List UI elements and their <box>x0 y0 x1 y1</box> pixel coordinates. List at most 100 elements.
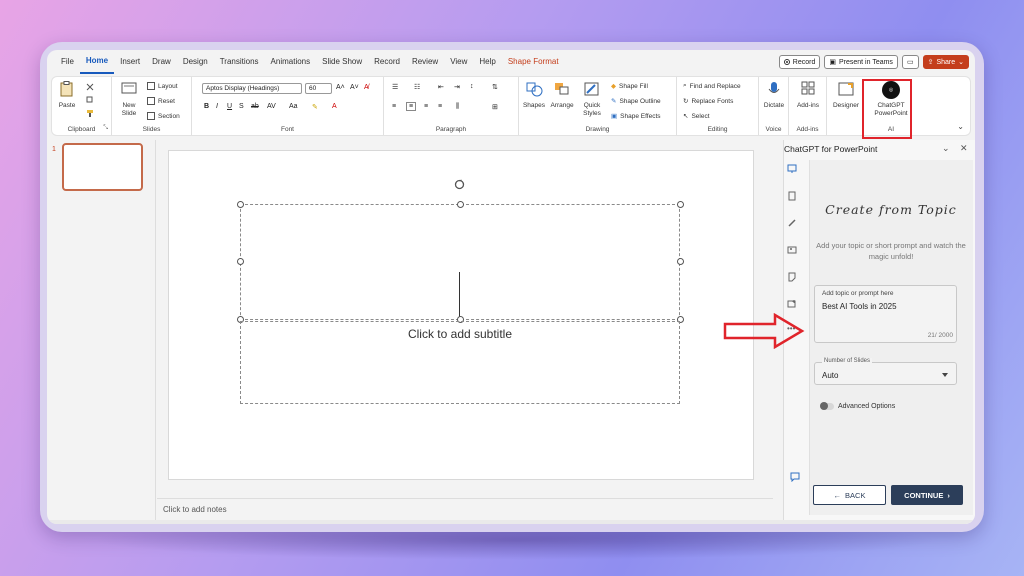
red-arrow-annotation-icon <box>723 313 805 349</box>
topic-input[interactable]: Add topic or prompt here Best AI Tools i… <box>814 285 957 343</box>
share-icon: ⇪ <box>927 59 934 66</box>
chat-icon[interactable] <box>790 472 800 482</box>
record-button[interactable]: Record <box>778 55 821 69</box>
add-image-icon[interactable] <box>787 299 797 309</box>
divider <box>155 140 156 520</box>
clipboard-label: Clipboard <box>67 126 96 133</box>
bullets-icon[interactable]: ☰ <box>392 83 398 91</box>
designer-button[interactable]: Designer <box>831 81 861 110</box>
image-icon[interactable] <box>787 245 797 255</box>
underline-icon[interactable]: U <box>227 103 232 110</box>
strikethrough-icon[interactable]: ab <box>251 103 259 110</box>
dialog-launcher-icon[interactable]: ⤡ <box>103 125 108 132</box>
cut-icon[interactable] <box>86 83 94 91</box>
align-center-icon[interactable]: ≡ <box>406 102 417 111</box>
share-button[interactable]: ⇪ Share ⌄ <box>922 55 969 69</box>
font-label: Font <box>280 126 294 133</box>
smartart-icon[interactable]: ⊞ <box>492 103 498 111</box>
character-spacing-icon[interactable]: AV <box>267 103 276 110</box>
section-button[interactable]: Section <box>147 112 180 120</box>
arrange-button[interactable]: Arrange <box>549 81 575 110</box>
bold-icon[interactable]: B <box>204 103 209 110</box>
dictate-button[interactable]: Dictate <box>762 81 786 110</box>
notes-pane[interactable]: Click to add notes <box>157 498 773 520</box>
shapes-label: Shapes <box>522 102 546 109</box>
quick-styles-button[interactable]: Quick Styles <box>577 81 607 118</box>
highlight-icon[interactable]: ✎ <box>312 103 318 111</box>
reset-button[interactable]: Reset <box>147 97 175 105</box>
change-case-icon[interactable]: Aa <box>289 103 298 110</box>
font-size-select[interactable]: 60 <box>305 83 332 94</box>
rotate-handle-icon[interactable] <box>454 179 465 190</box>
shape-fill-button[interactable]: ◆ Shape Fill <box>611 82 648 91</box>
record-icon <box>783 59 790 65</box>
collapse-ribbon-icon[interactable]: ⌄ <box>957 122 964 131</box>
tab-insert[interactable]: Insert <box>114 50 146 74</box>
slides-select-value: Auto <box>822 371 839 380</box>
clear-format-icon[interactable]: A̸ <box>364 84 369 91</box>
resize-handle[interactable] <box>457 201 464 208</box>
continue-button[interactable]: CONTINUE › <box>891 485 963 505</box>
chevron-down-icon[interactable]: ⌄ <box>942 143 950 154</box>
tab-slide-show[interactable]: Slide Show <box>316 50 368 74</box>
tab-design[interactable]: Design <box>177 50 214 74</box>
paste-button[interactable]: Paste <box>56 81 78 110</box>
decrease-indent-icon[interactable]: ⇤ <box>438 83 444 91</box>
presentation-icon[interactable] <box>787 164 797 174</box>
resize-handle[interactable] <box>677 258 684 265</box>
shape-outline-label: Shape Outline <box>619 97 661 105</box>
font-family-select[interactable]: Aptos Display (Headings) <box>202 83 302 94</box>
justify-icon[interactable]: ≡ <box>438 103 442 110</box>
note-icon[interactable] <box>787 272 797 282</box>
columns-icon[interactable]: ⫼ <box>456 103 459 111</box>
advanced-options-toggle[interactable] <box>820 402 834 410</box>
resize-handle[interactable] <box>677 201 684 208</box>
document-icon[interactable] <box>787 191 797 201</box>
replace-fonts-button[interactable]: ↻ Replace Fonts <box>683 97 733 106</box>
resize-handle[interactable] <box>237 258 244 265</box>
tab-transitions[interactable]: Transitions <box>214 50 265 74</box>
tab-animations[interactable]: Animations <box>265 50 317 74</box>
present-in-teams-button[interactable]: ▣ Present in Teams <box>824 55 898 69</box>
addins-button[interactable]: Add-ins <box>794 81 822 110</box>
resize-handle[interactable] <box>237 201 244 208</box>
close-icon[interactable]: ✕ <box>960 143 968 154</box>
shapes-button[interactable]: Shapes <box>522 81 546 110</box>
find-replace-button[interactable]: ⌕ Find and Replace <box>683 82 741 90</box>
tab-file[interactable]: File <box>55 50 80 74</box>
tab-view[interactable]: View <box>444 50 473 74</box>
tab-record[interactable]: Record <box>368 50 406 74</box>
number-of-slides-select[interactable]: Number of Slides Auto <box>814 358 957 385</box>
format-painter-icon[interactable] <box>86 109 94 117</box>
copy-icon[interactable] <box>86 96 94 104</box>
title-placeholder[interactable] <box>240 204 680 320</box>
chevron-down-icon: ⌄ <box>958 59 964 66</box>
font-color-icon[interactable]: A <box>332 103 337 110</box>
shape-outline-button[interactable]: ✎ Shape Outline <box>611 97 661 106</box>
shrink-font-icon[interactable]: A˅ <box>350 84 359 91</box>
grow-font-icon[interactable]: A˄ <box>336 84 345 91</box>
new-slide-button[interactable]: New Slide <box>117 81 141 118</box>
select-button[interactable]: ↖ Select <box>683 112 710 121</box>
numbering-icon[interactable]: ☷ <box>414 83 420 91</box>
layout-button[interactable]: Layout <box>147 82 178 90</box>
increase-indent-icon[interactable]: ⇥ <box>454 83 460 91</box>
tab-shape-format[interactable]: Shape Format <box>502 50 565 74</box>
tab-help[interactable]: Help <box>473 50 501 74</box>
slide-thumbnail[interactable] <box>62 143 143 191</box>
line-spacing-icon[interactable]: ↕ <box>470 83 474 90</box>
text-direction-icon[interactable]: ⇅ <box>492 83 498 91</box>
back-button[interactable]: ← BACK <box>813 485 886 505</box>
topic-input-label: Add topic or prompt here <box>822 290 894 297</box>
shadow-icon[interactable]: S <box>239 103 244 110</box>
align-right-icon[interactable]: ≡ <box>424 103 428 110</box>
tab-draw[interactable]: Draw <box>146 50 177 74</box>
italic-icon[interactable]: I <box>216 103 218 110</box>
comments-button[interactable]: ▭ <box>901 55 919 69</box>
tab-home[interactable]: Home <box>79 50 115 74</box>
align-left-icon[interactable]: ≡ <box>392 103 396 110</box>
tab-review[interactable]: Review <box>406 50 444 74</box>
subtitle-placeholder[interactable]: Click to add subtitle <box>240 321 680 404</box>
pencil-icon[interactable] <box>787 218 797 228</box>
shape-effects-button[interactable]: ▣ Shape Effects <box>611 112 661 121</box>
